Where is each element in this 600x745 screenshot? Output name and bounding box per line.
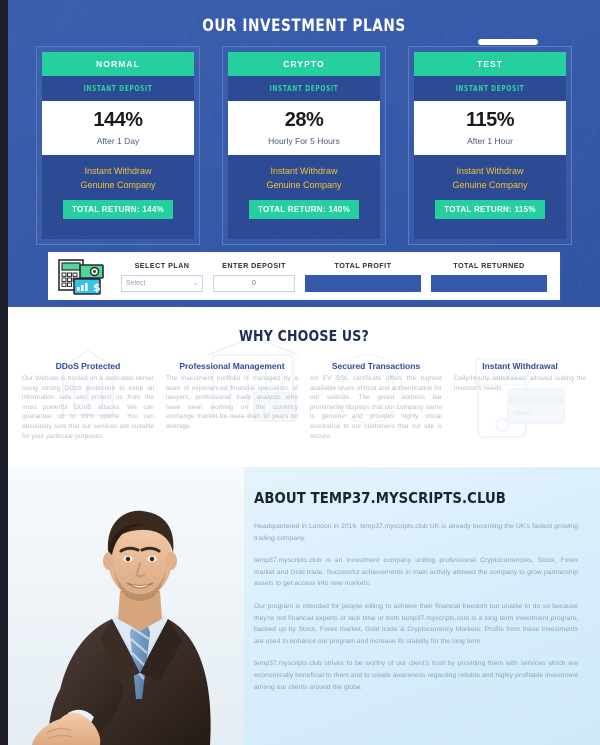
plan-rate-box: 115% After 1 Hour bbox=[414, 101, 566, 155]
about-paragraph: temp37.myscripts.club strives to be wort… bbox=[254, 660, 578, 691]
plan-feature: Genuine Company bbox=[80, 180, 156, 190]
plan-card-test[interactable]: TEST INSTANT DEPOSIT 115% After 1 Hour I… bbox=[408, 46, 572, 245]
total-returned-label: TOTAL RETURNED bbox=[453, 260, 525, 270]
select-plan-value: Select bbox=[126, 279, 146, 287]
plan-rate-box: 28% Hourly For 5 Hours bbox=[228, 101, 380, 155]
select-plan-group: SELECT PLAN Select ⌄ bbox=[116, 261, 208, 292]
plan-rate: 28% bbox=[284, 109, 324, 131]
plan-feature: Instant Withdraw bbox=[456, 166, 524, 176]
plan-rate: 144% bbox=[93, 109, 143, 131]
feature-column-management: Professional Management The investment p… bbox=[166, 361, 298, 441]
plan-card-normal[interactable]: NORMAL INSTANT DEPOSIT 144% After 1 Day … bbox=[36, 46, 200, 245]
page-title: OUR INVESTMENT PLANS bbox=[202, 16, 406, 35]
why-choose-grid: DDoS Protected Our Website is hosted on … bbox=[8, 345, 600, 441]
plan-features: Instant Withdraw Genuine Company TOTAL R… bbox=[42, 155, 194, 239]
plan-deposit-type: INSTANT DEPOSIT bbox=[269, 84, 339, 93]
total-profit-group: TOTAL PROFIT bbox=[300, 261, 426, 292]
plan-period: Hourly For 5 Hours bbox=[268, 136, 340, 146]
plan-deposit-type: INSTANT DEPOSIT bbox=[83, 84, 153, 93]
plan-features: Instant Withdraw Genuine Company TOTAL R… bbox=[414, 155, 566, 239]
why-choose-us-section: WHY CHOOSE US? DDoS Protected Our Websit… bbox=[8, 307, 600, 467]
feature-heading: DDoS Protected bbox=[55, 361, 121, 371]
plan-deposit-type: INSTANT DEPOSIT bbox=[455, 84, 525, 93]
plan-period: After 1 Hour bbox=[467, 136, 513, 146]
plan-total-return-badge: TOTAL RETURN: 140% bbox=[248, 200, 360, 219]
about-section: ABOUT TEMP37.MYSCRIPTS.CLUB Headquartere… bbox=[8, 467, 600, 745]
plan-feature: Genuine Company bbox=[266, 180, 342, 190]
feature-text: Daily/Hourly withdrawals allowed suiting… bbox=[454, 375, 586, 392]
select-plan-label: SELECT PLAN bbox=[134, 260, 190, 270]
total-returned-group: TOTAL RETURNED bbox=[426, 261, 552, 292]
enter-deposit-label: ENTER DEPOSIT bbox=[222, 260, 286, 270]
feature-text: The investment portfolio is managed by a… bbox=[166, 375, 298, 430]
total-profit-label: TOTAL PROFIT bbox=[334, 260, 392, 270]
calculator-money-icon: $ bbox=[56, 256, 114, 296]
plan-period: After 1 Day bbox=[96, 136, 140, 146]
feature-heading: Professional Management bbox=[179, 361, 285, 371]
select-plan-dropdown[interactable]: Select ⌄ bbox=[121, 274, 203, 292]
plan-grid: NORMAL INSTANT DEPOSIT 144% After 1 Day … bbox=[8, 46, 600, 245]
plan-features: Instant Withdraw Genuine Company TOTAL R… bbox=[228, 155, 380, 239]
plan-total-return-badge: TOTAL RETURN: 144% bbox=[62, 200, 174, 219]
plan-name: NORMAL bbox=[42, 52, 194, 76]
svg-text:$: $ bbox=[93, 281, 101, 294]
plan-rate-box: 144% After 1 Day bbox=[42, 101, 194, 155]
decorative-pill bbox=[478, 39, 538, 45]
about-paragraph: temp37.myscripts.club is an investment c… bbox=[254, 557, 578, 588]
feature-text: An EV SSL certificate offers the highest… bbox=[310, 375, 442, 440]
total-returned-value bbox=[431, 274, 547, 292]
plan-card-crypto[interactable]: CRYPTO INSTANT DEPOSIT 28% Hourly For 5 … bbox=[222, 46, 386, 245]
plan-name: TEST bbox=[414, 52, 566, 76]
chevron-down-icon: ⌄ bbox=[192, 280, 198, 287]
feature-heading: Instant Withdrawal bbox=[482, 361, 558, 371]
profit-calculator: $ SELECT PLAN Select ⌄ ENTER DEPOSIT 0 T… bbox=[46, 250, 562, 302]
enter-deposit-input[interactable]: 0 bbox=[213, 274, 295, 292]
plan-feature: Instant Withdraw bbox=[84, 166, 152, 176]
plan-feature: Instant Withdraw bbox=[270, 166, 338, 176]
feature-column-withdrawal: Instant Withdrawal Daily/Hourly withdraw… bbox=[454, 361, 586, 441]
feature-text: Our Website is hosted on a dedicated ser… bbox=[22, 375, 154, 440]
feature-column-secured: Secured Transactions An EV SSL certifica… bbox=[310, 361, 442, 441]
businessman-handshake-photo bbox=[8, 467, 244, 745]
about-paragraph: Our program is intended for people willi… bbox=[254, 602, 578, 645]
enter-deposit-group: ENTER DEPOSIT 0 bbox=[208, 261, 300, 292]
plan-rate: 115% bbox=[465, 109, 515, 131]
feature-heading: Secured Transactions bbox=[331, 361, 421, 371]
page-root: OUR INVESTMENT PLANS NORMAL INSTANT DEPO… bbox=[0, 0, 600, 745]
plan-name: CRYPTO bbox=[228, 52, 380, 76]
plan-feature: Genuine Company bbox=[452, 180, 528, 190]
why-choose-us-title: WHY CHOOSE US? bbox=[239, 327, 369, 345]
feature-column-ddos: DDoS Protected Our Website is hosted on … bbox=[22, 361, 154, 441]
plan-total-return-badge: TOTAL RETURN: 115% bbox=[435, 200, 545, 219]
about-body: ABOUT TEMP37.MYSCRIPTS.CLUB Headquartere… bbox=[244, 467, 600, 745]
total-profit-value bbox=[305, 274, 421, 292]
about-paragraph: Headquartered in London in 2016, temp37.… bbox=[254, 523, 578, 542]
about-title: ABOUT TEMP37.MYSCRIPTS.CLUB bbox=[254, 489, 507, 507]
